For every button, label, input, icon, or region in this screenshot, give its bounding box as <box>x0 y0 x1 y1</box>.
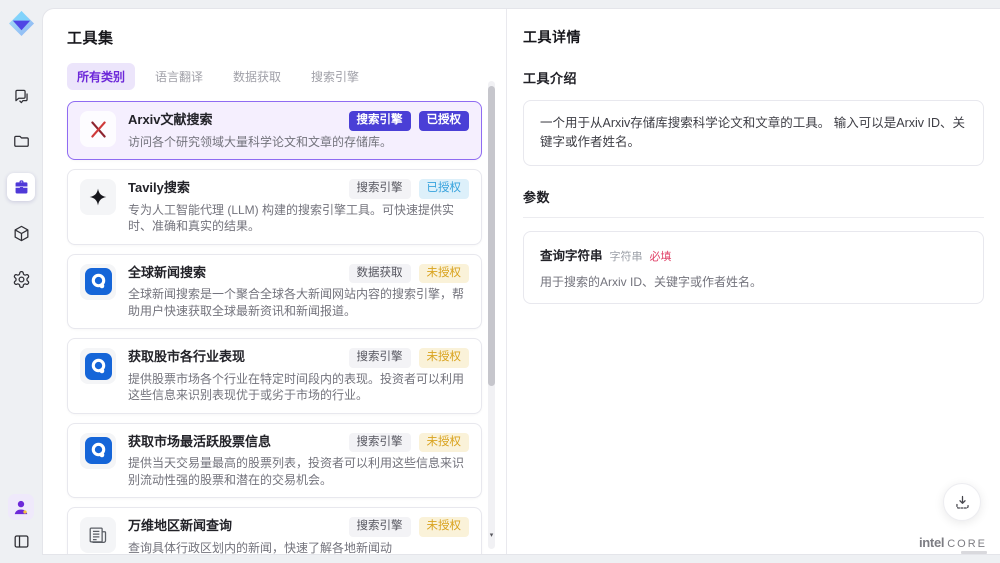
category-badge: 数据获取 <box>348 263 411 283</box>
app-logo-icon[interactable] <box>8 10 35 37</box>
tool-description: 提供股票市场各个行业在特定时间段内的表现。投资者可以利用这些信息来识别表现优于或… <box>128 371 465 403</box>
tab-category-2[interactable]: 数据获取 <box>223 63 291 90</box>
tool-badges: 数据获取 未授权 <box>348 263 469 283</box>
tool-card-body: 万维地区新闻查询 搜索引擎 未授权查询具体行政区划内的新闻，快速了解各地新闻动 <box>128 517 469 555</box>
category-badge: 搜索引擎 <box>348 111 411 131</box>
auth-status-badge: 已授权 <box>418 179 469 199</box>
auth-status-badge: 已授权 <box>418 111 469 131</box>
parameter-description: 用于搜索的Arxiv ID、关键字或作者姓名。 <box>540 274 763 289</box>
params-list: 查询字符串 字符串 必填用于搜索的Arxiv ID、关键字或作者姓名。 <box>523 230 984 304</box>
tool-description: 专为人工智能代理 (LLM) 构建的搜索引擎工具。可快速提供实时、准确和真实的结… <box>128 202 455 234</box>
auth-status-badge: 未授权 <box>418 432 469 452</box>
newspaper-icon <box>80 517 116 553</box>
tool-card[interactable]: Arxiv文献搜索 搜索引擎 已授权访问各个研究领域大量科学论文和文章的存储库。 <box>67 101 482 160</box>
tool-name: 万维地区新闻查询 <box>128 518 233 533</box>
tab-category-1[interactable]: 语言翻译 <box>145 63 213 90</box>
tool-details-panel: 工具详情 工具介绍 一个用于从Arxiv存储库搜索科学论文和文章的工具。 输入可… <box>506 9 1000 554</box>
tool-card-body: 获取市场最活跃股票信息 搜索引擎 未授权提供当天交易量最高的股票列表，投资者可以利用… <box>128 432 469 489</box>
settings-icon[interactable] <box>7 265 35 293</box>
tool-description: 全球新闻搜索是一个聚合全球各大新闻网站内容的搜索引擎，帮助用户快速获取全球最新资… <box>128 287 465 318</box>
category-badge: 搜索引擎 <box>348 432 411 452</box>
download-icon <box>953 493 972 512</box>
download-button[interactable] <box>943 483 981 521</box>
blue-q-icon <box>80 348 116 384</box>
core-wordmark: CORE <box>947 538 987 550</box>
tab-category-3[interactable]: 搜索引擎 <box>301 63 369 90</box>
tool-badges: 搜索引擎 未授权 <box>348 432 469 452</box>
sidebar <box>0 0 42 563</box>
tool-intro-text: 一个用于从Arxiv存储库搜索科学论文和文章的工具。 输入可以是Arxiv ID… <box>540 116 966 149</box>
tools-panel-title: 工具集 <box>67 30 114 47</box>
blue-q-icon <box>80 263 116 300</box>
folder-icon[interactable] <box>7 127 35 155</box>
tool-card-body: 全球新闻搜索 数据获取 未授权全球新闻搜索是一个聚合全球各大新闻网站内容的搜索引擎，… <box>128 263 469 320</box>
category-tabs: 所有类别 语言翻译 数据获取 搜索引擎 <box>67 63 506 90</box>
tool-card[interactable]: 万维地区新闻查询 搜索引擎 未授权查询具体行政区划内的新闻，快速了解各地新闻动 <box>67 507 482 555</box>
cube-icon[interactable] <box>7 219 35 247</box>
chat-icon[interactable] <box>7 81 35 109</box>
tool-intro-box: 一个用于从Arxiv存储库搜索科学论文和文章的工具。 输入可以是Arxiv ID… <box>523 100 984 166</box>
category-badge: 搜索引擎 <box>348 348 411 368</box>
arxiv-icon <box>80 111 116 147</box>
tool-description: 查询具体行政区划内的新闻，快速了解各地新闻动 <box>128 540 393 555</box>
tool-name: 获取市场最活跃股票信息 <box>128 433 272 449</box>
parameter-type: 字符串 <box>609 250 643 263</box>
tool-card[interactable]: 全球新闻搜索 数据获取 未授权全球新闻搜索是一个聚合全球各大新闻网站内容的搜索引擎，… <box>67 253 482 329</box>
tool-card-body: 获取股市各行业表现 搜索引擎 未授权提供股票市场各个行业在特定时间段内的表现。投资者… <box>128 348 469 404</box>
tool-description: 提供当天交易量最高的股票列表，投资者可以利用这些信息来识别流动性强的股票和潜在的… <box>128 456 465 487</box>
tab-category-0[interactable]: 所有类别 <box>67 63 136 90</box>
user-avatar-icon[interactable] <box>8 494 34 520</box>
category-badge: 搜索引擎 <box>348 517 411 537</box>
params-section-title: 参数 <box>523 187 984 218</box>
tool-name: Arxiv文献搜索 <box>128 112 213 127</box>
tool-card-body: Arxiv文献搜索 搜索引擎 已授权访问各个研究领域大量科学论文和文章的存储库。 <box>128 111 469 150</box>
intel-core-logo: intel CORE <box>918 535 987 554</box>
scroll-down-arrow[interactable]: ▾ <box>488 532 495 539</box>
tool-card[interactable]: Tavily搜索 搜索引擎 已授权专为人工智能代理 (LLM) 构建的搜索引擎工具。… <box>67 169 482 245</box>
sidebar-bottom <box>8 494 34 551</box>
tool-badges: 搜索引擎 未授权 <box>348 517 469 537</box>
collapse-panel-icon[interactable] <box>12 532 31 551</box>
auth-status-badge: 未授权 <box>418 348 469 368</box>
star-icon <box>80 179 116 215</box>
sidebar-nav <box>7 81 35 293</box>
tool-badges: 搜索引擎 已授权 <box>348 111 469 131</box>
tool-badges: 搜索引擎 未授权 <box>348 348 469 368</box>
intro-section-title: 工具介绍 <box>523 71 578 86</box>
category-badge: 搜索引擎 <box>348 179 411 199</box>
tool-description: 访问各个研究领域大量科学论文和文章的存储库。 <box>128 134 393 149</box>
parameter-box: 查询字符串 字符串 必填用于搜索的Arxiv ID、关键字或作者姓名。 <box>523 230 984 304</box>
details-panel-title: 工具详情 <box>523 29 581 45</box>
tool-card-body: Tavily搜索 搜索引擎 已授权专为人工智能代理 (LLM) 构建的搜索引擎工具。… <box>128 179 469 235</box>
tool-name: 获取股市各行业表现 <box>128 349 246 364</box>
tools-panel: 工具集 所有类别 语言翻译 数据获取 搜索引擎 Arxiv文献搜索 搜索引擎 已授权 访问各… <box>43 9 506 554</box>
tool-card[interactable]: 获取股市各行业表现 搜索引擎 未授权提供股票市场各个行业在特定时间段内的表现。投资者… <box>67 338 482 414</box>
tool-name: Tavily搜索 <box>128 180 190 195</box>
tool-card[interactable]: 获取市场最活跃股票信息 搜索引擎 未授权提供当天交易量最高的股票列表，投资者可以利用… <box>67 422 482 498</box>
toolbox-icon[interactable] <box>7 173 35 201</box>
tool-badges: 搜索引擎 已授权 <box>348 179 469 199</box>
parameter-name: 查询字符串 <box>540 248 603 263</box>
auth-status-badge: 未授权 <box>418 263 469 283</box>
intel-logo-subline <box>961 551 987 554</box>
tools-scrollbar[interactable]: ▾ <box>488 81 495 549</box>
main-window: 工具集 所有类别 语言翻译 数据获取 搜索引擎 Arxiv文献搜索 搜索引擎 已授权 访问各… <box>42 8 1000 555</box>
tool-list: Arxiv文献搜索 搜索引擎 已授权 访问各个研究领域大量科学论文和文章的存储库。 Ta… <box>67 101 482 555</box>
scrollbar-thumb[interactable] <box>488 86 495 386</box>
intel-wordmark: intel <box>918 535 945 550</box>
blue-q-icon <box>80 432 116 469</box>
parameter-required-flag: 必填 <box>649 250 672 263</box>
tool-name: 全球新闻搜索 <box>128 264 207 280</box>
auth-status-badge: 未授权 <box>418 517 469 537</box>
